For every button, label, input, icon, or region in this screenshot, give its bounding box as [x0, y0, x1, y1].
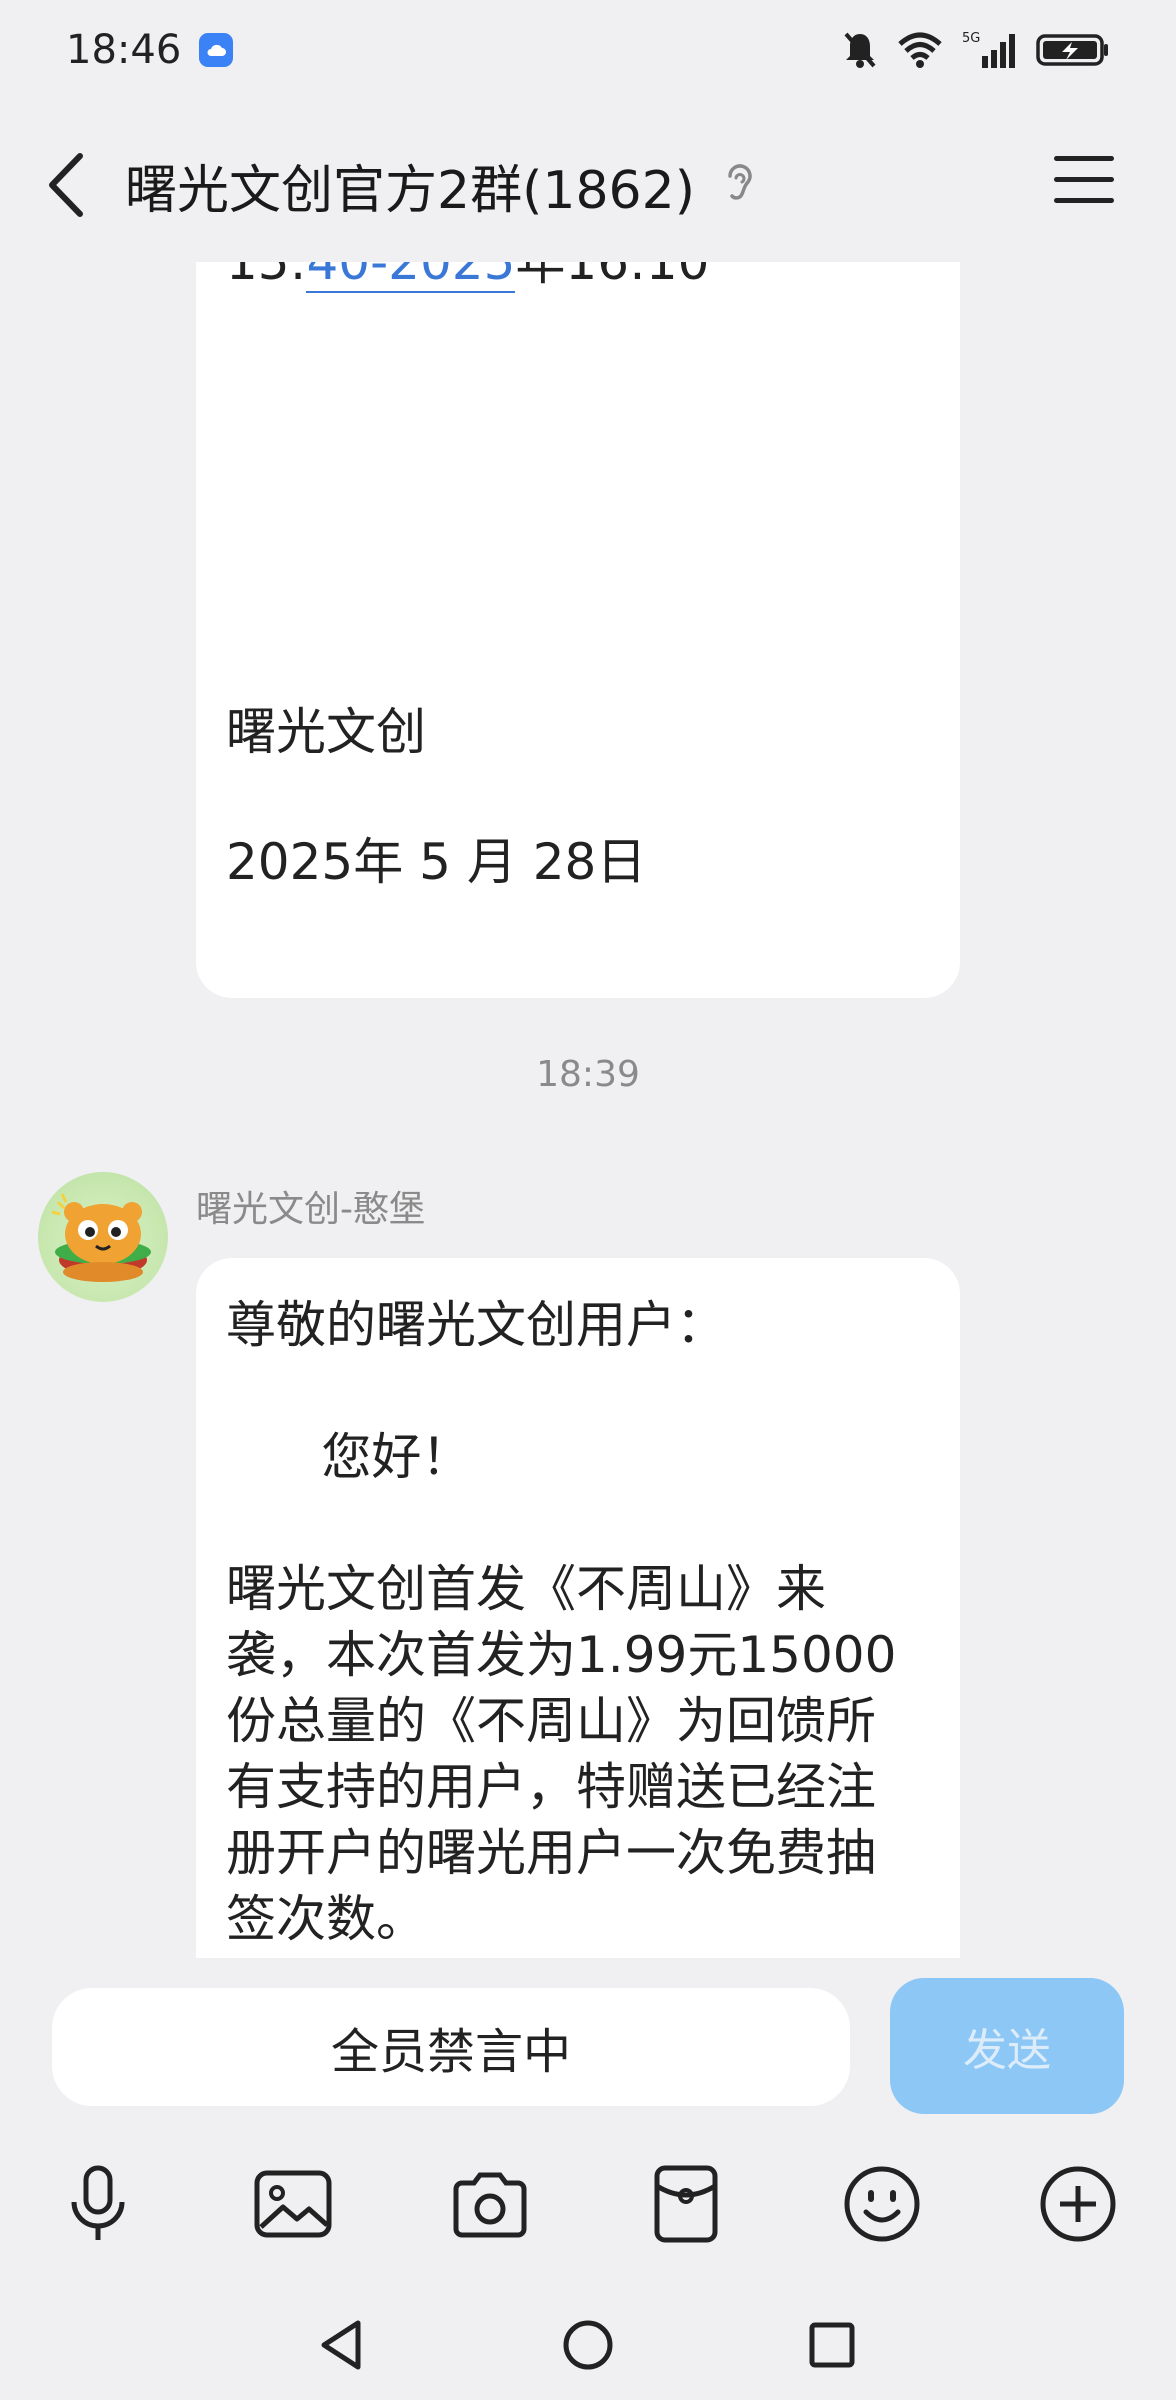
message-bubble[interactable]: 15:40-2025年16:10 曙光文创 2025年 5 月 28日: [196, 262, 960, 998]
plus-circle-icon: [1040, 2166, 1116, 2242]
signal-icon: 5G: [962, 31, 1015, 68]
camera-button[interactable]: [440, 2154, 540, 2254]
sender-name: 曙光文创-憨堡: [196, 1189, 425, 1230]
message-signature: 曙光文创: [226, 703, 426, 761]
image-button[interactable]: [243, 2154, 343, 2254]
emoji-button[interactable]: [832, 2154, 932, 2254]
svg-text:5G: 5G: [962, 31, 980, 46]
ear-icon[interactable]: [722, 160, 758, 208]
avatar[interactable]: [38, 1172, 168, 1302]
menu-button[interactable]: [1052, 152, 1116, 212]
bell-muted-icon: [844, 32, 876, 68]
hamster-burger-avatar-icon: [51, 1193, 151, 1282]
more-button[interactable]: [1028, 2154, 1128, 2254]
message-text: 尊敬的曙光文创用户： 您好！ 曙光文创首发《不周山》来袭，本次首发为1.99元1…: [226, 1296, 897, 1948]
system-nav-bar: [0, 2290, 1176, 2400]
triangle-back-icon: [321, 2320, 361, 2370]
smiley-icon: [844, 2166, 920, 2242]
hamburger-icon: [1054, 156, 1114, 203]
battery-charging-icon: [1036, 34, 1108, 66]
send-button[interactable]: 发送: [890, 1978, 1124, 2114]
message-bubble[interactable]: 尊敬的曙光文创用户： 您好！ 曙光文创首发《不周山》来袭，本次首发为1.99元1…: [196, 1258, 960, 1958]
cloud-icon: [199, 33, 234, 67]
message-line: 15:40-2025年16:10: [226, 262, 709, 294]
red-packet-icon: [654, 2165, 718, 2243]
time-separator: 18:39: [536, 1054, 640, 1095]
back-button[interactable]: [40, 150, 100, 217]
message-link[interactable]: 40-2025: [306, 262, 516, 293]
status-time: 18:46: [66, 27, 182, 73]
status-bar: 18:46 5G: [0, 0, 1176, 100]
circle-home-icon: [563, 2320, 613, 2370]
nav-back-button[interactable]: [307, 2310, 377, 2380]
muted-input-field[interactable]: 全员禁言中: [52, 1988, 850, 2106]
message-list[interactable]: 15:40-2025年16:10 曙光文创 2025年 5 月 28日 18:3…: [0, 262, 1176, 1958]
input-toolbar: [0, 2154, 1176, 2264]
chevron-left-icon: [49, 153, 83, 217]
message-text-fragment: 年16:10: [515, 262, 710, 291]
message-date: 2025年 5 月 28日: [226, 833, 647, 891]
wifi-icon: [898, 32, 942, 68]
status-right: 5G: [842, 30, 1110, 70]
image-icon: [254, 2170, 332, 2238]
message-text-fragment: 15:: [226, 262, 307, 291]
chat-header: 曙光文创官方2群(1862): [0, 120, 1176, 240]
status-left: 18:46: [66, 27, 234, 73]
red-packet-button[interactable]: [636, 2154, 736, 2254]
chat-title: 曙光文创官方2群(1862): [125, 161, 695, 221]
square-recents-icon: [809, 2322, 855, 2368]
voice-button[interactable]: [48, 2154, 148, 2254]
nav-recents-button[interactable]: [797, 2310, 867, 2380]
microphone-icon: [71, 2165, 125, 2240]
nav-home-button[interactable]: [553, 2310, 623, 2380]
camera-icon: [453, 2172, 527, 2238]
